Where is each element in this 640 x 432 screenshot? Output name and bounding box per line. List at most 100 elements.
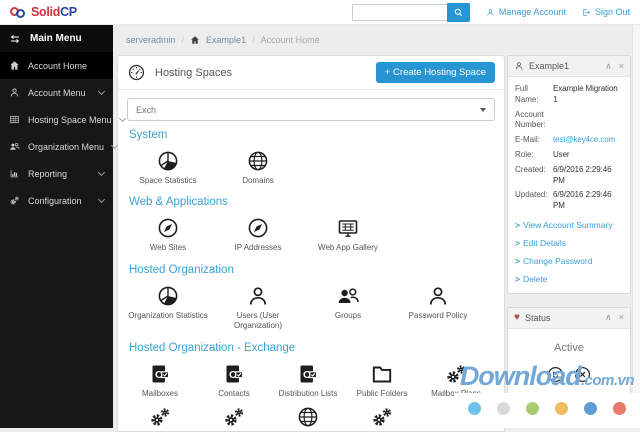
hosting-item-label: Web Sites (123, 243, 213, 253)
collapse-icon[interactable]: ∧ (605, 61, 612, 72)
main-menu-toggle[interactable]: Main Menu (0, 25, 113, 52)
caret-down-icon (480, 108, 486, 112)
sign-out-link[interactable]: Sign Out (582, 7, 630, 17)
hosting-item-label: Public Folders (345, 389, 419, 399)
breadcrumb-separator: / (182, 35, 185, 45)
compass-icon (156, 216, 180, 240)
heart-icon: ♥ (514, 313, 520, 323)
hosting-sections: SystemSpace StatisticsDomainsWeb & Appli… (118, 129, 504, 432)
solidcp-logo[interactable]: SolidCP (10, 5, 77, 19)
account-link-view-account-summary[interactable]: >View Account Summary (515, 220, 623, 230)
field-value: 6/9/2016 2:29:46 PM (553, 165, 623, 187)
status-widget-title: Status (525, 313, 551, 323)
hosting-item-label: Web App Gallery (303, 243, 393, 253)
section-title: Hosted Organization - Exchange (129, 342, 493, 354)
hosting-item-label: Password Policy (393, 311, 483, 321)
manage-account-link[interactable]: Manage Account (486, 7, 566, 17)
close-icon[interactable]: × (619, 312, 624, 323)
sidebar-item-label: Account Menu (28, 88, 91, 98)
gauge-icon (127, 63, 146, 82)
users-icon (9, 141, 20, 152)
hosting-item-web-sites[interactable]: Web Sites (123, 216, 213, 253)
breadcrumb-example1[interactable]: Example1 (206, 35, 246, 45)
hosting-item-users-user-organization[interactable]: Users (User Organization) (213, 284, 303, 332)
solidcp-logo-icon (10, 6, 27, 19)
swap-arrows-icon (9, 33, 21, 45)
pause-button[interactable] (546, 365, 565, 384)
link-arrow-icon: > (515, 238, 520, 248)
content-area: serveradmin / Example1 / Account Home Ho… (113, 25, 640, 428)
brand-solid: Solid (31, 5, 60, 19)
hosting-item-label: Organization Statistics (123, 311, 213, 321)
table-icon (9, 114, 20, 125)
section-hosted-organization-exchange: Hosted Organization - ExchangeMailboxesC… (118, 342, 504, 432)
section-items: Organization StatisticsUsers (User Organ… (118, 276, 504, 334)
monitor-icon (336, 216, 360, 240)
search-button[interactable] (447, 3, 470, 22)
sidebar-item-label: Hosting Space Menu (28, 115, 112, 125)
breadcrumb-serveradmin[interactable]: serveradmin (126, 35, 176, 45)
section-items: Space StatisticsDomains (118, 141, 504, 188)
field-value: 6/9/2016 2:29:46 PM (553, 190, 623, 212)
user-icon (426, 284, 450, 308)
gears-icon (444, 362, 468, 386)
home-icon (9, 60, 20, 71)
users-icon (336, 284, 360, 308)
hosting-item-web-app-gallery[interactable]: Web App Gallery (303, 216, 393, 253)
account-widget: Example1 ∧ × Full Name:Example Migration… (507, 55, 631, 294)
hosting-item-groups[interactable]: Groups (303, 284, 393, 321)
account-link-edit-details[interactable]: >Edit Details (515, 238, 623, 248)
stop-button[interactable] (573, 365, 592, 384)
account-widget-body: Full Name:Example Migration 1Account Num… (508, 77, 630, 293)
field-label: Full Name: (515, 84, 553, 106)
search-input[interactable] (352, 4, 447, 21)
hosting-item-label: Domains (213, 176, 303, 186)
hosting-item-mailbox-plans[interactable]: Mailbox Plans (419, 362, 493, 399)
hosting-item-public-folders[interactable]: Public Folders (345, 362, 419, 399)
sidebar-item-label: Account Home (28, 61, 104, 71)
sidebar-nav: Account Home Account Menu Hosting Space Me… (0, 52, 113, 214)
search-group (352, 3, 470, 22)
hosting-item-organization-statistics[interactable]: Organization Statistics (123, 284, 213, 321)
user-icon (514, 61, 524, 71)
gears-icon (370, 405, 394, 429)
create-hosting-space-button[interactable]: + Create Hosting Space (376, 62, 495, 83)
sidebar-item-configuration[interactable]: Configuration (0, 187, 113, 214)
close-icon[interactable]: × (619, 61, 624, 72)
hosting-item-mailboxes[interactable]: Mailboxes (123, 362, 197, 399)
section-web-applications: Web & ApplicationsWeb SitesIP AddressesW… (118, 196, 504, 255)
link-arrow-icon: > (515, 274, 520, 284)
gears-icon (222, 405, 246, 429)
sidebar-item-account-home[interactable]: Account Home (0, 52, 113, 79)
hosting-item-label: Space Statistics (123, 176, 213, 186)
link-arrow-icon: > (515, 220, 520, 230)
chevron-down-icon (98, 168, 105, 175)
account-link-change-password[interactable]: >Change Password (515, 256, 623, 266)
email-link[interactable]: test@key4ce.com (553, 135, 615, 146)
sidebar-item-organization-menu[interactable]: Organization Menu (0, 133, 113, 160)
sidebar-item-reporting[interactable]: Reporting (0, 160, 113, 187)
account-field-updated: Updated:6/9/2016 2:29:46 PM (515, 190, 623, 212)
hosting-item-label: Mailboxes (123, 389, 197, 399)
main-sidebar: Main Menu Account Home Account Menu Hostin… (0, 25, 113, 428)
panel-title: Hosting Spaces (155, 67, 232, 79)
hosting-item-space-statistics[interactable]: Space Statistics (123, 149, 213, 186)
hosting-item-password-policy[interactable]: Password Policy (393, 284, 483, 321)
account-link-delete[interactable]: >Delete (515, 274, 623, 284)
hosting-item-label: Distribution Lists (271, 389, 345, 399)
hosting-space-select[interactable]: Exch (127, 98, 495, 121)
hosting-item-distribution-lists[interactable]: Distribution Lists (271, 362, 345, 399)
section-title: Hosted Organization (129, 264, 493, 276)
sidebar-item-account-menu[interactable]: Account Menu (0, 79, 113, 106)
hosting-item-ip-addresses[interactable]: IP Addresses (213, 216, 303, 253)
hosting-item-domains[interactable]: Domains (213, 149, 303, 186)
field-label: Role: (515, 150, 553, 161)
hosting-item-contacts[interactable]: Contacts (197, 362, 271, 399)
section-items: MailboxesContactsDistribution ListsPubli… (118, 354, 504, 432)
hosting-item-label: IP Addresses (213, 243, 303, 253)
scrollbar[interactable] (632, 25, 640, 428)
collapse-icon[interactable]: ∧ (605, 312, 612, 323)
sidebar-item-hosting-space-menu[interactable]: Hosting Space Menu (0, 106, 113, 133)
chart-icon (9, 168, 20, 179)
hosting-item-label: Groups (303, 311, 393, 321)
